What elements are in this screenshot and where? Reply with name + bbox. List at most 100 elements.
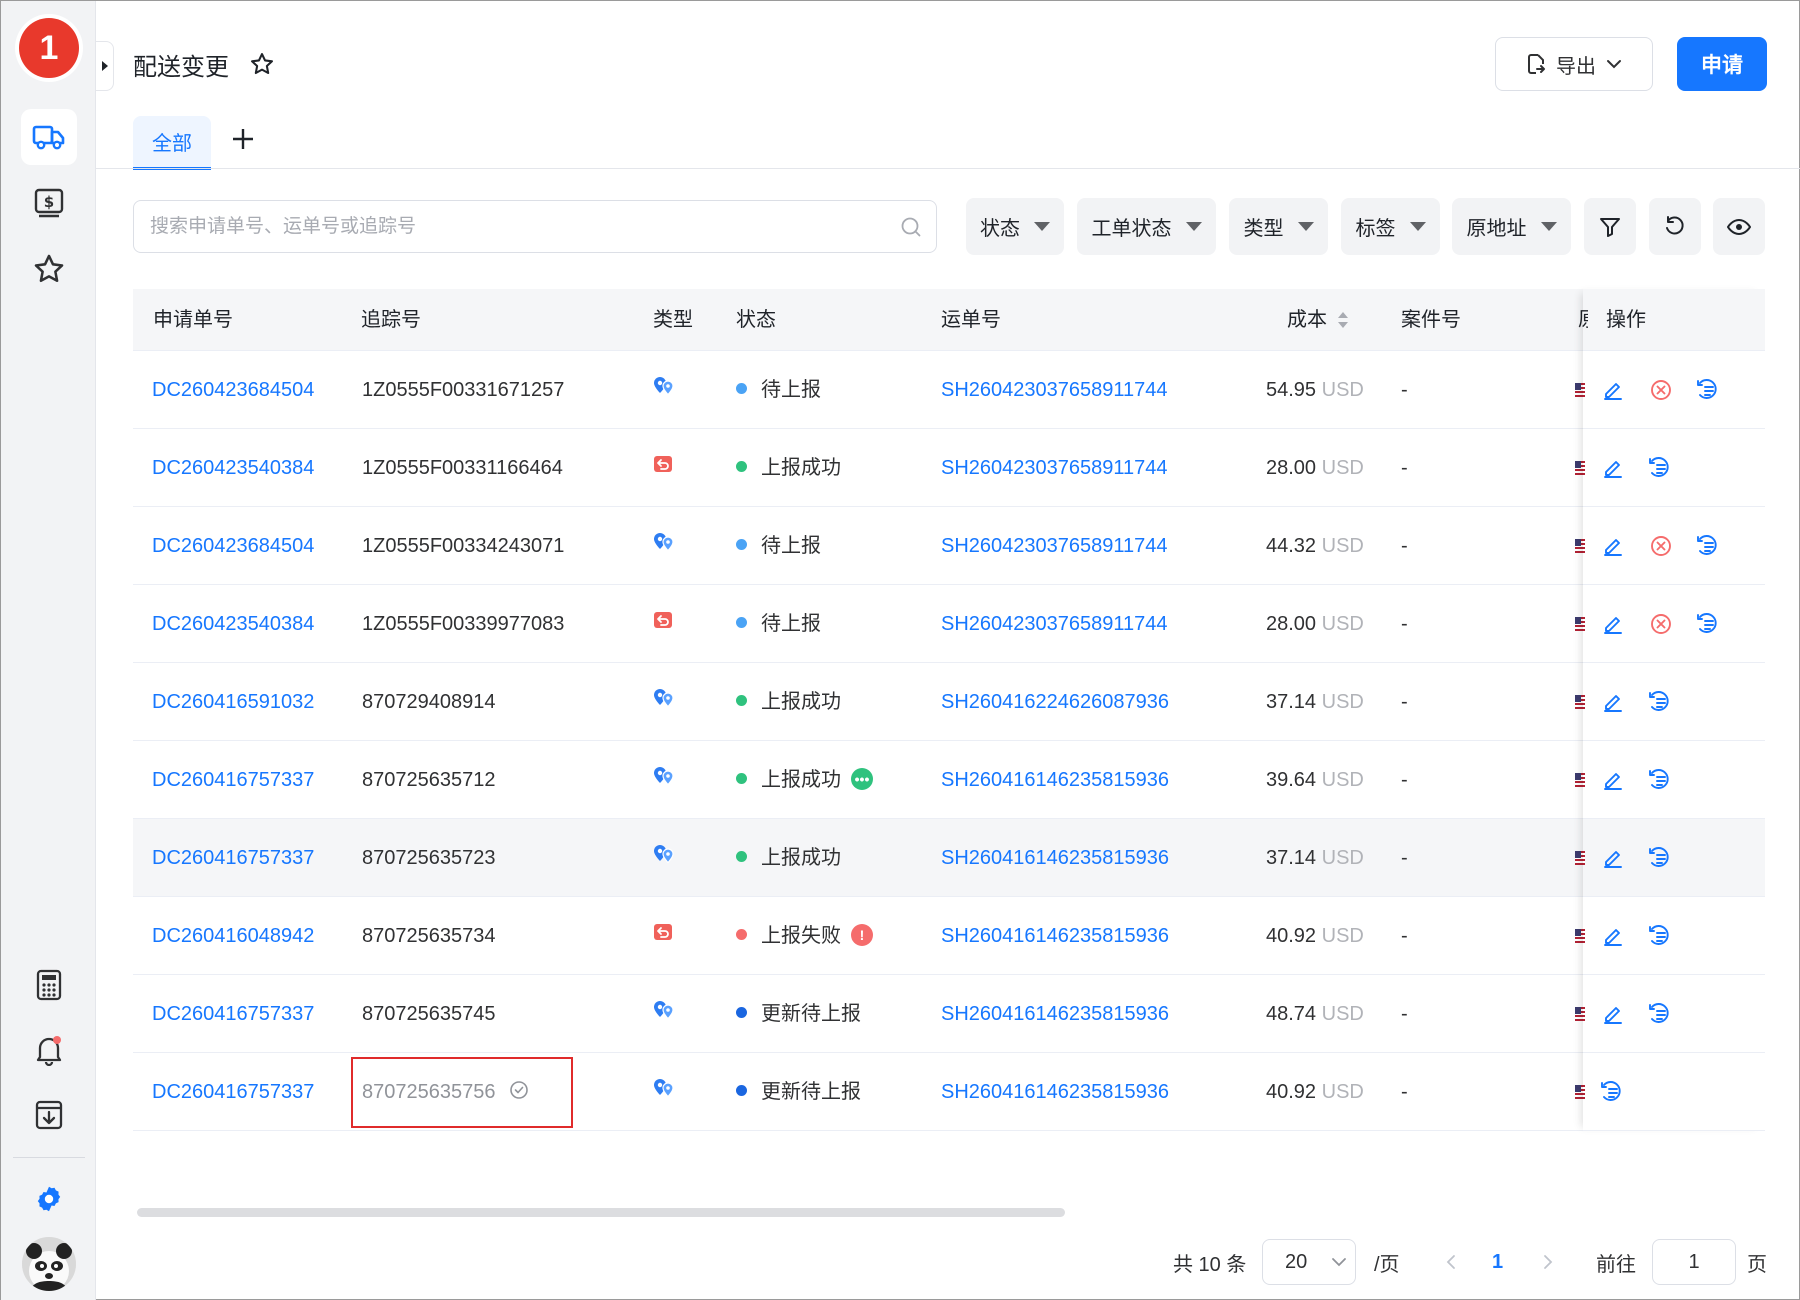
case-no: - xyxy=(1401,613,1408,635)
tracking-no-text: 870725635734 xyxy=(362,925,496,947)
status-dot-icon xyxy=(736,1007,747,1019)
app-logo[interactable]: 1 xyxy=(19,18,79,78)
edit-pencil-icon[interactable] xyxy=(1601,924,1625,948)
horizontal-scrollbar[interactable] xyxy=(137,1208,1065,1217)
history-record-icon[interactable] xyxy=(1697,534,1721,558)
table-row[interactable]: DC260416591032 870729408914 上报成功 SH26041622… xyxy=(133,663,1765,741)
filter-ticket-status[interactable]: 工单状态 xyxy=(1077,198,1216,255)
edit-pencil-icon[interactable] xyxy=(1601,534,1625,558)
waybill-no-link[interactable]: SH260423037658911744 xyxy=(941,585,1168,663)
prev-page-button[interactable] xyxy=(1445,1239,1457,1285)
request-no-link[interactable]: DC260416757337 xyxy=(152,975,314,1053)
request-no-link[interactable]: DC260423684504 xyxy=(152,351,314,429)
history-record-icon[interactable] xyxy=(1697,378,1721,402)
table-row[interactable]: DC260423684504 1Z0555F00334243071 待上报 SH260… xyxy=(133,507,1765,585)
table-row[interactable]: DC260416757337 870725635745 更新待上报 SH2604161… xyxy=(133,975,1765,1053)
current-page[interactable]: 1 xyxy=(1492,1239,1503,1285)
request-no-link[interactable]: DC260423540384 xyxy=(152,585,314,663)
history-record-icon[interactable] xyxy=(1649,768,1673,792)
tab-all[interactable]: 全部 xyxy=(133,116,211,170)
sidebar-toggle[interactable] xyxy=(96,41,114,91)
edit-pencil-icon[interactable] xyxy=(1601,846,1625,870)
waybill-no-link[interactable]: SH260416146235815936 xyxy=(941,819,1169,897)
filter-type[interactable]: 类型 xyxy=(1229,198,1328,255)
cost-cell: 37.14 USD xyxy=(1266,663,1364,741)
table-row[interactable]: DC260416048942 870725635734 上报失败! SH2604161… xyxy=(133,897,1765,975)
filter-origin-address[interactable]: 原地址 xyxy=(1452,198,1571,255)
history-record-icon[interactable] xyxy=(1649,1002,1673,1026)
request-no-link[interactable]: DC260416757337 xyxy=(152,819,314,897)
search-input[interactable] xyxy=(150,201,870,252)
more-dots-icon[interactable]: ••• xyxy=(851,767,873,790)
status-text: 待上报 xyxy=(761,379,821,401)
search-icon[interactable] xyxy=(900,216,922,238)
waybill-no-link[interactable]: SH260423037658911744 xyxy=(941,507,1168,585)
table-row[interactable]: DC260416757337 870725635712 上报成功 ••• SH26041… xyxy=(133,741,1765,819)
sort-icon[interactable] xyxy=(1337,310,1349,330)
notification-bell-icon[interactable] xyxy=(21,1022,77,1078)
refresh-button[interactable] xyxy=(1649,198,1701,255)
waybill-no-link[interactable]: SH260416146235815936 xyxy=(941,741,1169,819)
request-no-link[interactable]: DC260423540384 xyxy=(152,429,314,507)
cancel-circle-icon[interactable] xyxy=(1649,612,1673,636)
goto-page-input[interactable]: 1 xyxy=(1652,1239,1736,1285)
table-row[interactable]: DC260423540384 1Z0555F00331166464 上报成功 SH26… xyxy=(133,429,1765,507)
case-no: - xyxy=(1401,457,1408,479)
request-no-link[interactable]: DC260416048942 xyxy=(152,897,314,975)
waybill-no-link[interactable]: SH260416146235815936 xyxy=(941,975,1169,1053)
favorites-star-icon[interactable] xyxy=(21,241,77,297)
table-row[interactable]: DC260423684504 1Z0555F00331671257 待上报 SH260… xyxy=(133,351,1765,429)
calculator-icon[interactable] xyxy=(21,957,77,1013)
request-no-link[interactable]: DC260416591032 xyxy=(152,663,314,741)
request-no-link[interactable]: DC260423684504 xyxy=(152,507,314,585)
bill-dollar-icon[interactable]: $ xyxy=(21,175,77,231)
request-no-link[interactable]: DC260416757337 xyxy=(152,741,314,819)
page-size-select[interactable]: 20 xyxy=(1262,1239,1356,1285)
waybill-no-link[interactable]: SH260416224626087936 xyxy=(941,663,1169,741)
waybill-no-link[interactable]: SH260416146235815936 xyxy=(941,897,1169,975)
col-cost[interactable]: 成本 xyxy=(1287,289,1349,351)
edit-pencil-icon[interactable] xyxy=(1601,768,1625,792)
apply-button[interactable]: 申请 xyxy=(1677,37,1767,91)
next-page-button[interactable] xyxy=(1542,1239,1554,1285)
table-row[interactable]: DC260423540384 1Z0555F00339977083 待上报 SH260… xyxy=(133,585,1765,663)
history-record-icon[interactable] xyxy=(1697,612,1721,636)
edit-pencil-icon[interactable] xyxy=(1601,456,1625,480)
error-alert-icon[interactable]: ! xyxy=(851,923,873,946)
history-record-icon[interactable] xyxy=(1649,456,1673,480)
delivery-truck-icon[interactable] xyxy=(21,109,77,165)
user-avatar[interactable] xyxy=(22,1237,76,1291)
edit-pencil-icon[interactable] xyxy=(1601,690,1625,714)
settings-gear-icon[interactable] xyxy=(21,1171,77,1227)
edit-pencil-icon[interactable] xyxy=(1601,612,1625,636)
add-tab-button[interactable] xyxy=(226,119,260,159)
case-no: - xyxy=(1401,769,1408,791)
cancel-circle-icon[interactable] xyxy=(1649,378,1673,402)
waybill-no-link[interactable]: SH260423037658911744 xyxy=(941,429,1168,507)
waybill-no-link[interactable]: SH260423037658911744 xyxy=(941,351,1168,429)
status-text: 上报成功 xyxy=(761,457,841,479)
us-flag-icon xyxy=(1575,539,1585,553)
edit-pencil-icon[interactable] xyxy=(1601,378,1625,402)
filter-status[interactable]: 状态 xyxy=(966,198,1064,255)
download-inbox-icon[interactable] xyxy=(21,1087,77,1143)
export-button[interactable]: 导出 xyxy=(1495,37,1653,91)
column-visibility-button[interactable] xyxy=(1713,198,1765,255)
cost-value: 28.00 xyxy=(1266,613,1317,635)
history-record-icon[interactable] xyxy=(1649,924,1673,948)
col-type: 类型 xyxy=(653,309,693,331)
filter-tag[interactable]: 标签 xyxy=(1341,198,1440,255)
table-row[interactable]: DC260416757337 870725635723 上报成功 SH26041614… xyxy=(133,819,1765,897)
advanced-filter-button[interactable] xyxy=(1584,198,1636,255)
edit-pencil-icon[interactable] xyxy=(1601,1002,1625,1026)
us-flag-icon xyxy=(1575,1007,1585,1021)
cancel-circle-icon[interactable] xyxy=(1649,534,1673,558)
tracking-no: 870725635723 xyxy=(362,819,495,897)
history-record-icon[interactable] xyxy=(1649,690,1673,714)
status-dot-icon xyxy=(736,851,747,863)
waybill-no-link[interactable]: SH260416146235815936 xyxy=(941,1053,1169,1131)
history-record-icon[interactable] xyxy=(1601,1080,1625,1104)
history-record-icon[interactable] xyxy=(1649,846,1673,870)
favorite-star-icon[interactable] xyxy=(249,51,275,82)
request-no-link[interactable]: DC260416757337 xyxy=(152,1053,314,1131)
